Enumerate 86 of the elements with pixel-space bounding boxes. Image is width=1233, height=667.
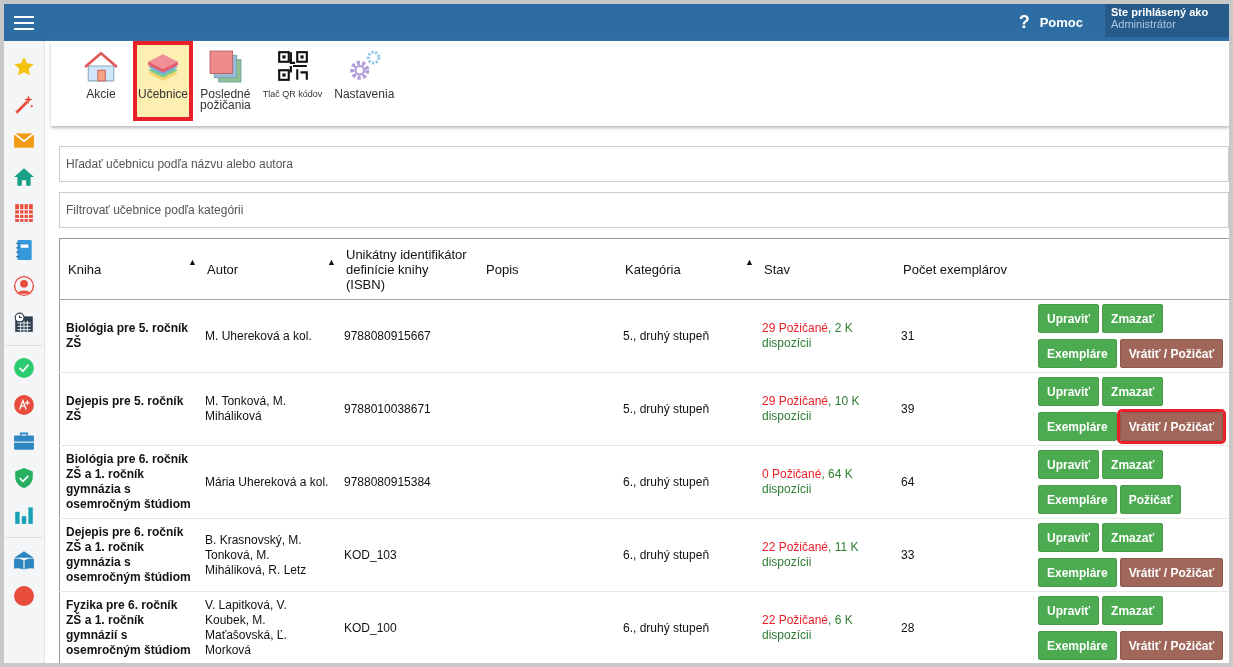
user-caption: Ste prihlásený ako xyxy=(1111,6,1210,18)
person-icon[interactable] xyxy=(13,275,35,298)
table-cell: 31 xyxy=(895,299,1034,373)
toolbar-button[interactable]: Nastavenia xyxy=(329,41,400,121)
table-cell: 5., druhý stupeň xyxy=(617,299,756,373)
toolbar-button[interactable]: Učebnice xyxy=(133,41,194,121)
status-text: 0 Požičané, 64 K dispozícii xyxy=(762,467,853,496)
toolbar-button[interactable]: Posledné požičania xyxy=(195,41,256,121)
book-title: Dejepis pre 5. ročník ZŠ xyxy=(59,372,199,446)
copies-button[interactable]: Exempláre xyxy=(1038,485,1117,514)
return-lend-button[interactable]: Vrátiť / Požičať xyxy=(1119,631,1224,660)
calendar-clock-icon[interactable] xyxy=(13,311,35,334)
table-cell: M. Tonková, M. Miháliková xyxy=(199,372,338,446)
gears-icon xyxy=(347,49,382,83)
delete-button[interactable]: Zmazať xyxy=(1102,304,1164,333)
calendar-icon[interactable] xyxy=(13,202,35,225)
delete-button[interactable]: Zmazať xyxy=(1102,450,1164,479)
table-cell: M. Uhereková a kol. xyxy=(199,299,338,373)
lend-button[interactable]: Požičať xyxy=(1119,485,1182,514)
column-header[interactable]: Autor xyxy=(207,261,239,277)
status-text: 22 Požičané, 6 K dispozícii xyxy=(762,613,853,642)
edit-button[interactable]: Upraviť xyxy=(1038,450,1100,479)
menu-icon[interactable] xyxy=(14,14,34,31)
house-icon xyxy=(84,49,118,83)
sort-icon[interactable]: ▲ xyxy=(327,257,336,267)
column-header[interactable]: Počet exemplárov xyxy=(895,238,1034,300)
table-cell: 64 xyxy=(895,445,1034,519)
briefcase-icon[interactable] xyxy=(13,430,35,453)
copies-button[interactable]: Exempláre xyxy=(1038,339,1117,368)
table-cell: 9788010038671 xyxy=(338,372,478,446)
table-cell: KOD_103 xyxy=(338,518,478,592)
book-title: Dejepis pre 6. ročník ZŠ a 1. ročník gymnázia s osemročným štúdiom xyxy=(59,518,199,592)
table-cell: 39 xyxy=(895,372,1034,446)
return-lend-button[interactable]: Vrátiť / Požičať xyxy=(1119,412,1224,441)
table-cell: 28 xyxy=(895,591,1034,663)
edit-button[interactable]: Upraviť xyxy=(1038,377,1100,406)
book-title: Biológia pre 6. ročník ZŠ a 1. ročník gymnázia s osemročným štúdiom xyxy=(59,445,199,519)
table-cell: 9788080915667 xyxy=(338,299,478,373)
column-header[interactable]: Kategória xyxy=(625,261,681,277)
table-cell: Mária Uhereková a kol. xyxy=(199,445,338,519)
status-text: 29 Požičané, 2 K dispozícii xyxy=(762,321,853,350)
status-text: 22 Požičané, 11 K dispozícii xyxy=(762,540,859,569)
column-header[interactable]: Unikátny identifikátor definície knihy (ISBN) xyxy=(338,238,478,300)
sort-icon[interactable]: ▲ xyxy=(188,257,197,267)
table-cell: KOD_100 xyxy=(338,591,478,663)
column-header[interactable]: Kniha xyxy=(68,261,102,277)
help-icon: ? xyxy=(1018,12,1030,33)
copies-button[interactable]: Exempláre xyxy=(1038,558,1117,587)
sort-icon[interactable]: ▲ xyxy=(745,257,754,267)
table-cell: 5., druhý stupeň xyxy=(617,372,756,446)
table-cell: 33 xyxy=(895,518,1034,592)
book-title: Biológia pre 5. ročník ZŠ xyxy=(59,299,199,373)
stacked-squares-icon xyxy=(208,49,243,83)
shield-icon[interactable] xyxy=(13,466,35,489)
search-field[interactable]: Hľadať učebnicu podľa názvu alebo autora xyxy=(59,146,1229,182)
status-text: 29 Požičané, 10 K dispozícii xyxy=(762,394,860,423)
table-cell: 6., druhý stupeň xyxy=(617,445,756,519)
column-header[interactable]: Popis xyxy=(478,238,617,300)
delete-button[interactable]: Zmazať xyxy=(1102,377,1164,406)
copies-button[interactable]: Exempláre xyxy=(1038,631,1117,660)
column-header[interactable]: Stav xyxy=(756,238,895,300)
delete-button[interactable]: Zmazať xyxy=(1102,596,1164,625)
return-lend-button[interactable]: Vrátiť / Požičať xyxy=(1119,558,1224,587)
edit-button[interactable]: Upraviť xyxy=(1038,304,1100,333)
copies-button[interactable]: Exempláre xyxy=(1038,412,1117,441)
user-name: Administrátor xyxy=(1111,18,1177,30)
filter-field[interactable]: Filtrovať učebnice podľa kategórii xyxy=(59,192,1229,228)
help-label: Pomoc xyxy=(1039,15,1083,30)
edit-button[interactable]: Upraviť xyxy=(1038,596,1100,625)
table-cell: 9788080915384 xyxy=(338,445,478,519)
table-cell: 6., druhý stupeň xyxy=(617,518,756,592)
grade-icon[interactable] xyxy=(13,393,35,416)
notebook-icon[interactable] xyxy=(13,238,35,261)
return-lend-button[interactable]: Vrátiť / Požičať xyxy=(1119,339,1224,368)
toolbar-button[interactable]: Tlač QR kódov xyxy=(257,41,328,121)
user-panel[interactable]: Ste prihlásený ako Administrátor xyxy=(1105,4,1229,37)
toolbar-button[interactable]: Akcie xyxy=(71,41,131,121)
circle-icon[interactable] xyxy=(14,586,34,606)
delete-button[interactable]: Zmazať xyxy=(1102,523,1164,552)
edit-button[interactable]: Upraviť xyxy=(1038,523,1100,552)
table-cell: 6., druhý stupeň xyxy=(617,591,756,663)
table-cell: V. Lapitková, V. Koubek, M. Maťašovská, Ľ. Morková xyxy=(199,591,338,663)
table-cell: B. Krasnovský, M. Tonková, M. Miháliková, R. Letz xyxy=(199,518,338,592)
qr-code-icon xyxy=(275,49,310,83)
check-circle-icon[interactable] xyxy=(13,357,35,380)
book-title: Fyzika pre 6. ročník ZŠ a 1. ročník gymnázií s osemročným štúdiom xyxy=(59,591,199,663)
